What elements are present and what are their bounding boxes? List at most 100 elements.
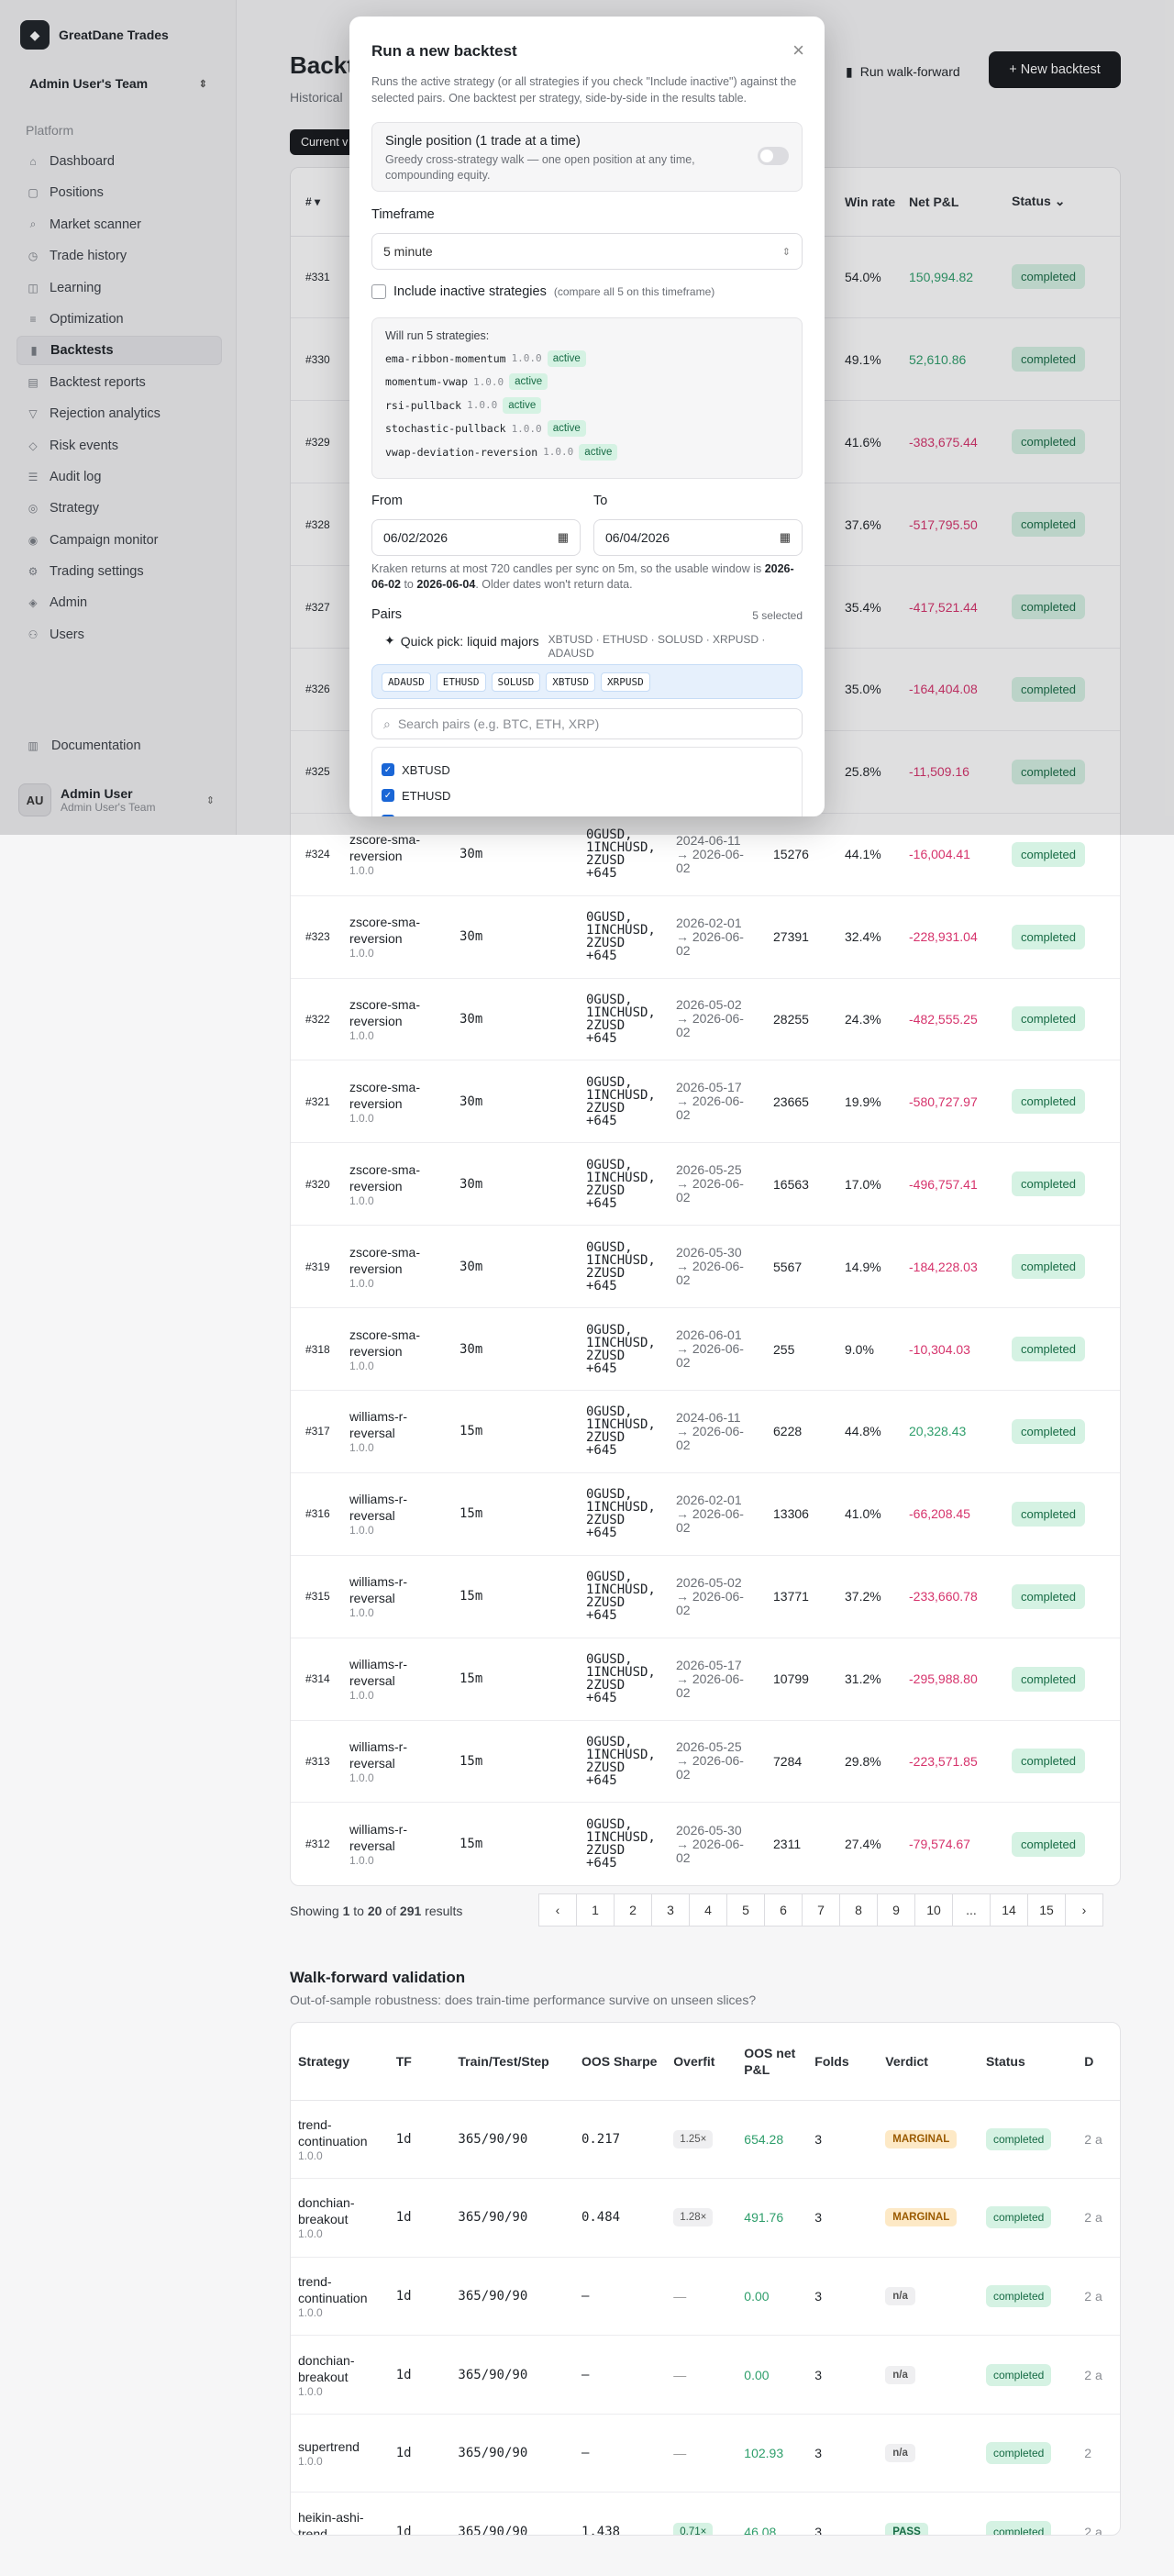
status-badge: completed [1012, 1006, 1085, 1032]
pair-chip[interactable]: SOLUSD [491, 672, 541, 692]
table-row[interactable]: donchian-breakout 1.0.0 1d 365/90/90— —0.00 3… [291, 2335, 1120, 2415]
row-period: 2026-02-01 → 2026-06- 02 [670, 895, 768, 979]
page-button[interactable]: 2 [614, 1893, 652, 1926]
status-badge: completed [1012, 841, 1085, 867]
verdict-badge: MARGINAL [885, 2208, 958, 2227]
quick-pick-button[interactable]: ✦ Quick pick: liquid majors [384, 633, 539, 649]
walk-forward-table-card: Strategy TF Train/Test/Step OOS Sharpe Overf… [290, 2022, 1121, 2536]
row-strategy: zscore-sma-reversion 1.0.0 [344, 1142, 454, 1227]
table-row[interactable]: #314 williams-r-reversal 1.0.0 15m 0GUSD, 1I… [291, 1638, 1120, 1721]
row-id: #316 [291, 1472, 344, 1556]
page-button[interactable]: 5 [726, 1893, 765, 1926]
strategy-name: williams-r-reversal [349, 1574, 407, 1606]
wf-verdict: n/a [878, 2414, 979, 2493]
page-button[interactable]: 6 [764, 1893, 803, 1926]
status-badge: completed [1012, 924, 1085, 949]
table-row[interactable]: #319 zscore-sma-reversion 1.0.0 30m 0GUSD, 1… [291, 1225, 1120, 1309]
table-row[interactable]: #316 williams-r-reversal 1.0.0 15m 0GUSD, 1I… [291, 1472, 1120, 1556]
row-timeframe: 15m [454, 1390, 581, 1473]
row-status: completed [1006, 1720, 1120, 1804]
table-row[interactable]: #318 zscore-sma-reversion 1.0.0 30m 0GUSD, 1… [291, 1307, 1120, 1391]
status-badge: completed [1012, 1337, 1085, 1362]
table-row[interactable]: trend-continuation 1.0.0 1d 365/90/90— —0.00… [291, 2257, 1120, 2337]
table-row[interactable]: supertrend 1.0.0 1d 365/90/90— —102.93 3 n/a co… [291, 2414, 1120, 2493]
overfit-badge: — [673, 2446, 687, 2461]
chevron-right-icon[interactable]: › [1065, 1893, 1103, 1926]
wf-oos-pnl: 654.28 [737, 2100, 808, 2180]
include-inactive-checkbox[interactable] [371, 284, 386, 299]
page-button[interactable]: 7 [802, 1893, 840, 1926]
strategy-version: 1.0.0 [349, 1771, 374, 1784]
row-pairs: 0GUSD, 1INCHUSD, 2ZUSD +645 [581, 1142, 670, 1227]
status-badge: completed [985, 2442, 1052, 2465]
pair-option[interactable]: ✓ ETHUSD [382, 783, 792, 808]
row-id: #318 [291, 1307, 344, 1391]
table-row[interactable]: #321 zscore-sma-reversion 1.0.0 30m 0GUSD, 1… [291, 1060, 1120, 1144]
row-period: 2026-05-25 → 2026-06- 02 [670, 1142, 768, 1227]
strategy-version: 1.0.0 [349, 1689, 374, 1703]
table-row[interactable]: #313 williams-r-reversal 1.0.0 15m 0GUSD, 1I… [291, 1720, 1120, 1804]
strategy-name: williams-r-reversal [349, 1822, 407, 1854]
col-folds: Folds [807, 2023, 879, 2101]
table-row[interactable]: #315 williams-r-reversal 1.0.0 15m 0GUSD, 1I… [291, 1555, 1120, 1638]
page-button[interactable]: 3 [651, 1893, 690, 1926]
table-row[interactable]: #322 zscore-sma-reversion 1.0.0 30m 0GUSD, 1… [291, 978, 1120, 1061]
to-date-input[interactable]: 06/04/2026 ▦ [593, 519, 803, 556]
page-button[interactable]: 9 [877, 1893, 915, 1926]
overfit-badge: 1.28× [673, 2208, 714, 2227]
page-button[interactable]: 4 [689, 1893, 727, 1926]
checkbox-checked-icon[interactable]: ✓ [382, 815, 394, 816]
strategy-name: zscore-sma-reversion [349, 1161, 421, 1194]
page-button[interactable]: 15 [1027, 1893, 1066, 1926]
table-row[interactable]: #320 zscore-sma-reversion 1.0.0 30m 0GUSD, 1… [291, 1142, 1120, 1227]
table-row[interactable]: trend-continuation 1.0.0 1d 365/90/90 0.217 1… [291, 2100, 1120, 2180]
verdict-badge: MARGINAL [885, 2129, 958, 2149]
wf-timeframe: 1d [388, 2178, 451, 2258]
row-trades: 28255 [768, 978, 839, 1061]
strategy-version: 1.0.0 [349, 864, 374, 878]
row-win-rate: 14.9% [839, 1225, 903, 1309]
pair-chip[interactable]: ADAUSD [382, 672, 431, 692]
pair-chip[interactable]: ETHUSD [436, 672, 486, 692]
page-button[interactable]: 1 [576, 1893, 615, 1926]
row-trades: 27391 [768, 895, 839, 979]
timeframe-select[interactable]: 5 minute ⇕ [371, 233, 803, 270]
checkbox-checked-icon[interactable]: ✓ [382, 789, 394, 802]
wf-timeframe: 1d [388, 2100, 451, 2180]
verdict-badge: n/a [885, 2286, 915, 2305]
pair-chip[interactable]: XBTUSD [546, 672, 595, 692]
calendar-icon[interactable]: ▦ [780, 530, 791, 545]
pair-option[interactable]: ✓ XBTUSD [382, 757, 792, 783]
close-icon[interactable]: × [792, 39, 804, 62]
overfit-badge: — [673, 2288, 687, 2304]
page-button[interactable]: 10 [914, 1893, 953, 1926]
single-position-toggle[interactable] [758, 147, 789, 165]
include-inactive-label[interactable]: Include inactive strategies [393, 284, 547, 299]
page-button[interactable]: 8 [839, 1893, 878, 1926]
row-period: 2026-05-02 → 2026-06- 02 [670, 1555, 768, 1638]
walk-forward-table: Strategy TF Train/Test/Step OOS Sharpe Overf… [291, 2023, 1120, 2535]
chevron-left-icon[interactable]: ‹ [538, 1893, 577, 1926]
from-date-input[interactable]: 06/02/2026 ▦ [371, 519, 581, 556]
window-note: Kraken returns at most 720 candles per s… [371, 561, 803, 593]
table-row[interactable]: #317 williams-r-reversal 1.0.0 15m 0GUSD, 1I… [291, 1390, 1120, 1473]
strategy-name: williams-r-reversal [349, 1409, 407, 1441]
pair-option[interactable]: ✓ SOLUSD [382, 808, 792, 816]
checkbox-checked-icon[interactable]: ✓ [382, 763, 394, 776]
pagination-info: Showing 1 to 20 of 291 results [290, 1904, 462, 1918]
row-strategy: williams-r-reversal 1.0.0 [344, 1390, 454, 1473]
table-row[interactable]: #323 zscore-sma-reversion 1.0.0 30m 0GUSD, 1… [291, 895, 1120, 979]
row-strategy: zscore-sma-reversion 1.0.0 [344, 895, 454, 979]
pair-search-input[interactable]: ⌕ Search pairs (e.g. BTC, ETH, XRP) [371, 708, 803, 739]
modal-title: Run a new backtest [371, 42, 517, 60]
pair-chip[interactable]: XRPUSD [601, 672, 650, 692]
row-status: completed [1006, 1390, 1120, 1473]
table-row[interactable]: #312 williams-r-reversal 1.0.0 15m 0GUSD, 1I… [291, 1803, 1120, 1885]
table-row[interactable]: heikin-ashi-trend1.0.01d365/90/901.438 0.… [291, 2492, 1120, 2535]
row-win-rate: 24.3% [839, 978, 903, 1061]
calendar-icon[interactable]: ▦ [558, 530, 569, 545]
strategy-version: 1.0.0 [467, 399, 498, 412]
status-badge: completed [985, 2284, 1052, 2307]
table-row[interactable]: donchian-breakout 1.0.0 1d 365/90/90 0.484 1.… [291, 2178, 1120, 2258]
page-button[interactable]: 14 [990, 1893, 1028, 1926]
